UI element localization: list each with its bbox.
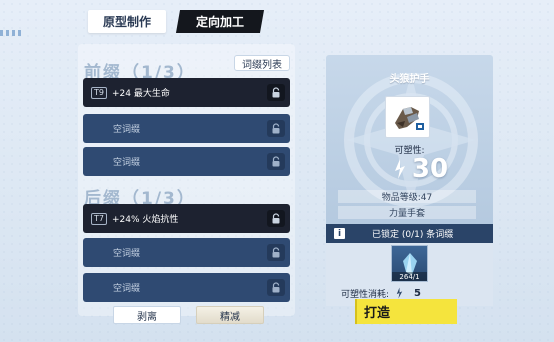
forge-button[interactable]: 打造	[355, 299, 457, 324]
malleability-icon	[394, 159, 405, 179]
material-slot[interactable]: 264/1	[391, 245, 428, 282]
prefix-slot-2[interactable]: 空词缀	[83, 114, 290, 143]
lock-icon	[272, 87, 280, 98]
refine-button[interactable]: 精减	[196, 306, 264, 324]
affix-stat: +24% 火焰抗性	[111, 215, 179, 225]
affix-list-button[interactable]: 词缀列表	[234, 55, 290, 71]
item-type: 力量手套	[338, 206, 476, 219]
lock-icon	[272, 156, 280, 167]
tab-directed-crafting-label: 定向加工	[195, 15, 244, 29]
tab-directed-crafting[interactable]: 定向加工	[175, 10, 265, 33]
lock-icon	[272, 123, 280, 134]
empty-affix-label: 空词缀	[113, 125, 141, 135]
malleability-display: 30	[385, 153, 455, 185]
suffix-slot-3[interactable]: 空词缀	[83, 273, 290, 302]
lock-icon	[272, 213, 280, 224]
empty-affix-label: 空词缀	[113, 158, 141, 168]
affix-stat: +24 最大生命	[111, 89, 170, 99]
lock-toggle[interactable]	[267, 210, 285, 227]
lock-toggle[interactable]	[267, 153, 285, 170]
prefix-slot-1[interactable]: T9 +24 最大生命	[83, 78, 290, 107]
tab-prototype-label: 原型制作	[102, 15, 151, 29]
lock-toggle[interactable]	[267, 120, 285, 137]
cost-label: 可塑性消耗:	[341, 289, 390, 300]
cost-row: 可塑性消耗: 5	[341, 287, 422, 300]
gauntlet-icon	[394, 107, 424, 130]
lock-icon	[272, 247, 280, 258]
empty-affix-label: 空词缀	[113, 284, 141, 294]
tier-badge: T7	[91, 212, 107, 225]
info-icon[interactable]: i	[334, 228, 345, 239]
suffix-slot-2[interactable]: 空词缀	[83, 238, 290, 267]
malleability-value: 30	[411, 154, 449, 184]
malleability-small-icon	[396, 287, 403, 299]
tab-prototype[interactable]: 原型制作	[88, 10, 166, 33]
lock-icon	[272, 282, 280, 293]
item-name: 头狼护手	[389, 74, 430, 85]
strip-button[interactable]: 剥离	[113, 306, 181, 324]
material-count: 264/1	[392, 272, 427, 281]
tier-badge: T9	[91, 86, 107, 99]
lock-toggle[interactable]	[267, 279, 285, 296]
empty-affix-label: 空词缀	[113, 249, 141, 259]
cost-value: 5	[414, 287, 422, 299]
prefix-slot-3[interactable]: 空词缀	[83, 147, 290, 176]
decorative-dashes	[0, 30, 22, 36]
lock-toggle[interactable]	[267, 244, 285, 261]
lock-header: i 已锁定 (0/1) 条词缀	[326, 224, 493, 243]
item-level: 物品等级:47	[338, 190, 476, 203]
item-slot[interactable]	[385, 96, 430, 138]
lock-status: 已锁定 (0/1) 条词缀	[372, 230, 454, 240]
lock-toggle[interactable]	[267, 84, 285, 101]
suffix-slot-1[interactable]: T7 +24% 火焰抗性	[83, 204, 290, 233]
